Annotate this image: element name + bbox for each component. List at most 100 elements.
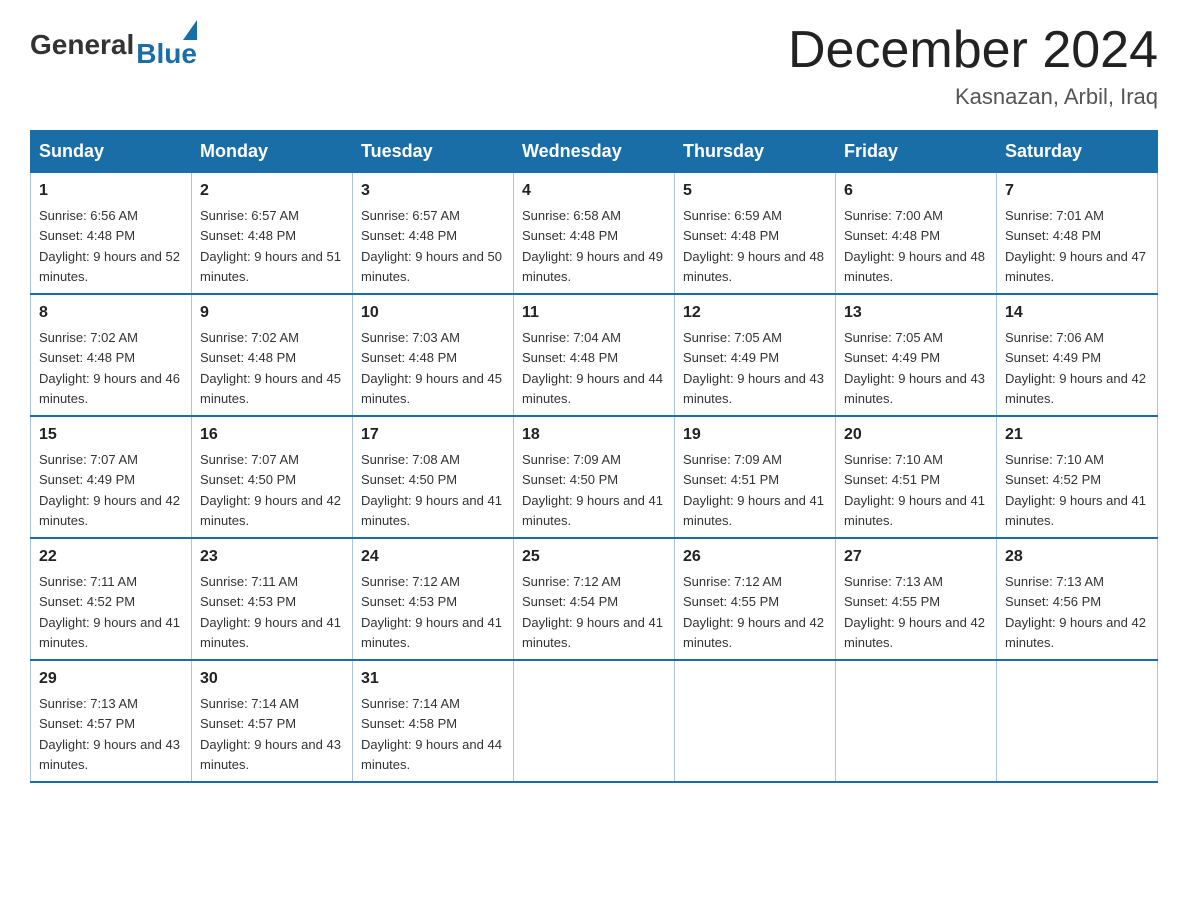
calendar-week-row: 1 Sunrise: 6:56 AMSunset: 4:48 PMDaylight… (31, 173, 1158, 295)
logo-blue-part: Blue (136, 20, 197, 70)
day-number: 16 (200, 423, 344, 447)
calendar-week-row: 8 Sunrise: 7:02 AMSunset: 4:48 PMDaylight… (31, 294, 1158, 416)
calendar-header-row: SundayMondayTuesdayWednesdayThursdayFrid… (31, 131, 1158, 173)
day-number: 14 (1005, 301, 1149, 325)
day-info: Sunrise: 7:10 AMSunset: 4:51 PMDaylight:… (844, 452, 985, 528)
day-info: Sunrise: 7:14 AMSunset: 4:58 PMDaylight:… (361, 696, 502, 772)
day-number: 27 (844, 545, 988, 569)
day-number: 25 (522, 545, 666, 569)
calendar-cell: 19Sunrise: 7:09 AMSunset: 4:51 PMDayligh… (675, 416, 836, 538)
day-header-saturday: Saturday (997, 131, 1158, 173)
day-info: Sunrise: 7:00 AMSunset: 4:48 PMDaylight:… (844, 208, 985, 284)
day-number: 9 (200, 301, 344, 325)
header: General Blue December 2024 Kasnazan, Arb… (30, 20, 1158, 110)
day-info: Sunrise: 6:58 AMSunset: 4:48 PMDaylight:… (522, 208, 663, 284)
day-info: Sunrise: 7:06 AMSunset: 4:49 PMDaylight:… (1005, 330, 1146, 406)
calendar-cell: 31 Sunrise: 7:14 AMSunset: 4:58 PMDayligh… (353, 660, 514, 782)
calendar-week-row: 22 Sunrise: 7:11 AMSunset: 4:52 PMDayligh… (31, 538, 1158, 660)
title-area: December 2024 Kasnazan, Arbil, Iraq (788, 20, 1158, 110)
day-info: Sunrise: 7:10 AMSunset: 4:52 PMDaylight:… (1005, 452, 1146, 528)
calendar-cell: 12 Sunrise: 7:05 AMSunset: 4:49 PMDayligh… (675, 294, 836, 416)
day-info: Sunrise: 7:13 AMSunset: 4:56 PMDaylight:… (1005, 574, 1146, 650)
day-info: Sunrise: 6:56 AMSunset: 4:48 PMDaylight:… (39, 208, 180, 284)
calendar-cell: 2 Sunrise: 6:57 AMSunset: 4:48 PMDaylight… (192, 173, 353, 295)
day-number: 7 (1005, 179, 1149, 203)
day-info: Sunrise: 7:11 AMSunset: 4:52 PMDaylight:… (39, 574, 180, 650)
calendar-cell: 20 Sunrise: 7:10 AMSunset: 4:51 PMDayligh… (836, 416, 997, 538)
month-year-title: December 2024 (788, 20, 1158, 80)
calendar-cell: 29 Sunrise: 7:13 AMSunset: 4:57 PMDayligh… (31, 660, 192, 782)
day-header-wednesday: Wednesday (514, 131, 675, 173)
day-info: Sunrise: 6:59 AMSunset: 4:48 PMDaylight:… (683, 208, 824, 284)
calendar-cell: 9 Sunrise: 7:02 AMSunset: 4:48 PMDaylight… (192, 294, 353, 416)
logo: General Blue (30, 20, 197, 70)
day-number: 2 (200, 179, 344, 203)
day-number: 20 (844, 423, 988, 447)
day-header-monday: Monday (192, 131, 353, 173)
calendar-cell: 18Sunrise: 7:09 AMSunset: 4:50 PMDayligh… (514, 416, 675, 538)
day-info: Sunrise: 7:14 AMSunset: 4:57 PMDaylight:… (200, 696, 341, 772)
calendar-cell: 26Sunrise: 7:12 AMSunset: 4:55 PMDayligh… (675, 538, 836, 660)
calendar-cell: 5 Sunrise: 6:59 AMSunset: 4:48 PMDaylight… (675, 173, 836, 295)
day-info: Sunrise: 7:12 AMSunset: 4:54 PMDaylight:… (522, 574, 663, 650)
day-info: Sunrise: 7:09 AMSunset: 4:51 PMDaylight:… (683, 452, 824, 528)
day-info: Sunrise: 7:01 AMSunset: 4:48 PMDaylight:… (1005, 208, 1146, 284)
day-number: 1 (39, 179, 183, 203)
calendar-cell (836, 660, 997, 782)
day-number: 5 (683, 179, 827, 203)
day-number: 6 (844, 179, 988, 203)
calendar-cell: 17 Sunrise: 7:08 AMSunset: 4:50 PMDayligh… (353, 416, 514, 538)
day-number: 17 (361, 423, 505, 447)
day-number: 31 (361, 667, 505, 691)
day-header-tuesday: Tuesday (353, 131, 514, 173)
calendar-cell: 14 Sunrise: 7:06 AMSunset: 4:49 PMDayligh… (997, 294, 1158, 416)
day-info: Sunrise: 7:07 AMSunset: 4:50 PMDaylight:… (200, 452, 341, 528)
day-header-thursday: Thursday (675, 131, 836, 173)
calendar-cell (675, 660, 836, 782)
day-info: Sunrise: 7:05 AMSunset: 4:49 PMDaylight:… (683, 330, 824, 406)
day-header-sunday: Sunday (31, 131, 192, 173)
day-info: Sunrise: 7:03 AMSunset: 4:48 PMDaylight:… (361, 330, 502, 406)
day-number: 4 (522, 179, 666, 203)
calendar-cell: 8 Sunrise: 7:02 AMSunset: 4:48 PMDaylight… (31, 294, 192, 416)
day-number: 21 (1005, 423, 1149, 447)
day-info: Sunrise: 7:07 AMSunset: 4:49 PMDaylight:… (39, 452, 180, 528)
calendar-cell: 11 Sunrise: 7:04 AMSunset: 4:48 PMDayligh… (514, 294, 675, 416)
day-number: 10 (361, 301, 505, 325)
day-info: Sunrise: 6:57 AMSunset: 4:48 PMDaylight:… (361, 208, 502, 284)
day-number: 23 (200, 545, 344, 569)
calendar-cell: 6 Sunrise: 7:00 AMSunset: 4:48 PMDaylight… (836, 173, 997, 295)
day-info: Sunrise: 7:13 AMSunset: 4:55 PMDaylight:… (844, 574, 985, 650)
day-number: 29 (39, 667, 183, 691)
day-info: Sunrise: 7:09 AMSunset: 4:50 PMDaylight:… (522, 452, 663, 528)
day-info: Sunrise: 7:08 AMSunset: 4:50 PMDaylight:… (361, 452, 502, 528)
calendar-cell: 3Sunrise: 6:57 AMSunset: 4:48 PMDaylight… (353, 173, 514, 295)
calendar-cell: 30Sunrise: 7:14 AMSunset: 4:57 PMDayligh… (192, 660, 353, 782)
day-number: 24 (361, 545, 505, 569)
day-number: 12 (683, 301, 827, 325)
day-number: 28 (1005, 545, 1149, 569)
calendar-cell: 25 Sunrise: 7:12 AMSunset: 4:54 PMDayligh… (514, 538, 675, 660)
calendar-cell: 1 Sunrise: 6:56 AMSunset: 4:48 PMDaylight… (31, 173, 192, 295)
day-info: Sunrise: 7:12 AMSunset: 4:55 PMDaylight:… (683, 574, 824, 650)
logo-general-text: General (30, 29, 134, 61)
day-number: 8 (39, 301, 183, 325)
day-number: 22 (39, 545, 183, 569)
calendar-table: SundayMondayTuesdayWednesdayThursdayFrid… (30, 130, 1158, 783)
calendar-cell: 24Sunrise: 7:12 AMSunset: 4:53 PMDayligh… (353, 538, 514, 660)
day-number: 11 (522, 301, 666, 325)
location-title: Kasnazan, Arbil, Iraq (788, 84, 1158, 110)
calendar-cell: 13Sunrise: 7:05 AMSunset: 4:49 PMDayligh… (836, 294, 997, 416)
calendar-cell: 7 Sunrise: 7:01 AMSunset: 4:48 PMDaylight… (997, 173, 1158, 295)
day-info: Sunrise: 7:02 AMSunset: 4:48 PMDaylight:… (39, 330, 180, 406)
day-info: Sunrise: 6:57 AMSunset: 4:48 PMDaylight:… (200, 208, 341, 284)
calendar-cell (514, 660, 675, 782)
calendar-cell (997, 660, 1158, 782)
day-info: Sunrise: 7:02 AMSunset: 4:48 PMDaylight:… (200, 330, 341, 406)
day-number: 13 (844, 301, 988, 325)
calendar-cell: 22 Sunrise: 7:11 AMSunset: 4:52 PMDayligh… (31, 538, 192, 660)
day-info: Sunrise: 7:04 AMSunset: 4:48 PMDaylight:… (522, 330, 663, 406)
calendar-week-row: 15Sunrise: 7:07 AMSunset: 4:49 PMDayligh… (31, 416, 1158, 538)
day-info: Sunrise: 7:13 AMSunset: 4:57 PMDaylight:… (39, 696, 180, 772)
calendar-cell: 23Sunrise: 7:11 AMSunset: 4:53 PMDayligh… (192, 538, 353, 660)
